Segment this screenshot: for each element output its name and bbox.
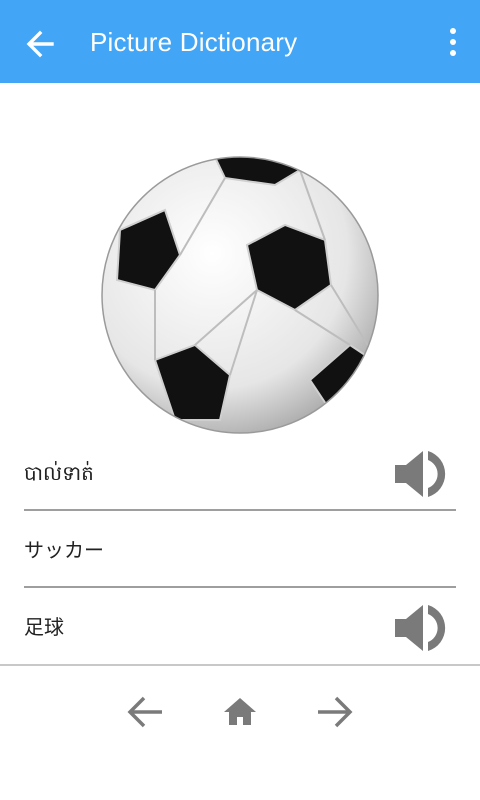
more-vert-icon <box>450 28 456 56</box>
previous-button[interactable] <box>124 690 168 734</box>
list-item[interactable]: 足球 <box>24 589 456 665</box>
back-button[interactable] <box>22 26 58 62</box>
arrow-back-icon <box>26 30 54 58</box>
word-khmer: បាល់ទាត់ <box>24 461 94 485</box>
bottom-divider <box>0 664 480 666</box>
word-japanese: サッカー <box>24 538 104 562</box>
play-audio-button[interactable] <box>392 601 448 655</box>
speaker-icon <box>395 605 446 651</box>
overflow-menu-button[interactable] <box>442 26 464 58</box>
word-picture <box>95 150 385 440</box>
soccer-ball-image <box>101 156 379 434</box>
list-item[interactable]: サッカー <box>24 512 456 588</box>
word-chinese: 足球 <box>24 615 64 639</box>
home-icon <box>224 698 256 725</box>
arrow-right-icon <box>318 696 353 728</box>
row-divider <box>24 586 456 588</box>
arrow-left-icon <box>127 696 162 728</box>
page-title: Picture Dictionary <box>90 27 298 57</box>
home-button[interactable] <box>218 690 262 734</box>
next-button[interactable] <box>312 690 356 734</box>
row-divider <box>24 509 456 511</box>
play-audio-button[interactable] <box>392 447 448 501</box>
list-item[interactable]: បាល់ទាត់ <box>24 435 456 511</box>
app-bar: Picture Dictionary <box>0 0 480 83</box>
speaker-icon <box>395 451 446 497</box>
